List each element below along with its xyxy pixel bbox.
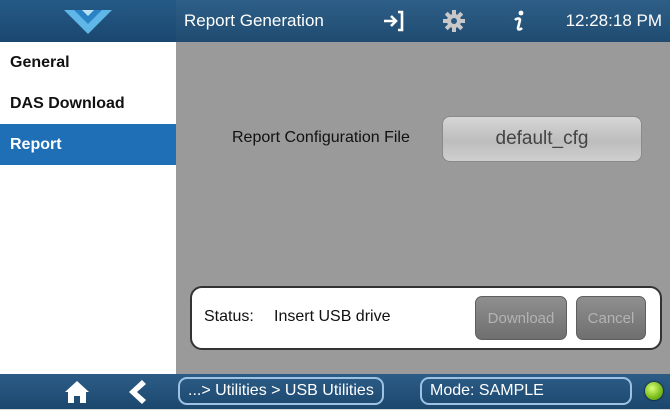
config-file-label: Report Configuration File bbox=[232, 129, 410, 146]
status-label: Status: bbox=[204, 308, 254, 325]
top-bar: Report Generation 12:28:18 PM bbox=[0, 0, 670, 42]
clock: 12:28:18 PM bbox=[565, 11, 662, 30]
cancel-button[interactable]: Cancel bbox=[576, 296, 646, 340]
logo-icon bbox=[0, 0, 176, 42]
status-value: Insert USB drive bbox=[274, 308, 391, 325]
sidebar-item-label: Report bbox=[10, 136, 62, 153]
sidebar-item-report[interactable]: Report bbox=[0, 124, 176, 165]
download-button[interactable]: Download bbox=[475, 296, 567, 340]
info-icon[interactable] bbox=[507, 9, 531, 33]
back-icon[interactable] bbox=[128, 379, 146, 405]
home-icon[interactable] bbox=[64, 380, 90, 404]
mode-indicator: Mode: SAMPLE bbox=[420, 377, 632, 405]
breadcrumb[interactable]: ...> Utilities > USB Utilities bbox=[178, 377, 384, 405]
page-title: Report Generation bbox=[184, 11, 324, 30]
sidebar-item-label: DAS Download bbox=[10, 95, 125, 112]
bottom-bar: ...> Utilities > USB Utilities Mode: SAM… bbox=[0, 374, 670, 409]
config-file-button[interactable]: default_cfg bbox=[442, 116, 642, 162]
config-file-value: default_cfg bbox=[495, 128, 589, 149]
status-led-icon bbox=[645, 382, 663, 400]
sidebar: General DAS Download Report bbox=[0, 42, 176, 374]
sidebar-item-general[interactable]: General bbox=[0, 42, 176, 83]
sidebar-item-das-download[interactable]: DAS Download bbox=[0, 83, 176, 124]
gear-icon[interactable] bbox=[442, 9, 466, 33]
login-icon[interactable] bbox=[381, 9, 405, 33]
status-panel: Status: Insert USB drive Download Cancel bbox=[190, 286, 662, 350]
main-panel: Report Configuration File default_cfg St… bbox=[176, 42, 670, 374]
sidebar-item-label: General bbox=[10, 54, 70, 71]
